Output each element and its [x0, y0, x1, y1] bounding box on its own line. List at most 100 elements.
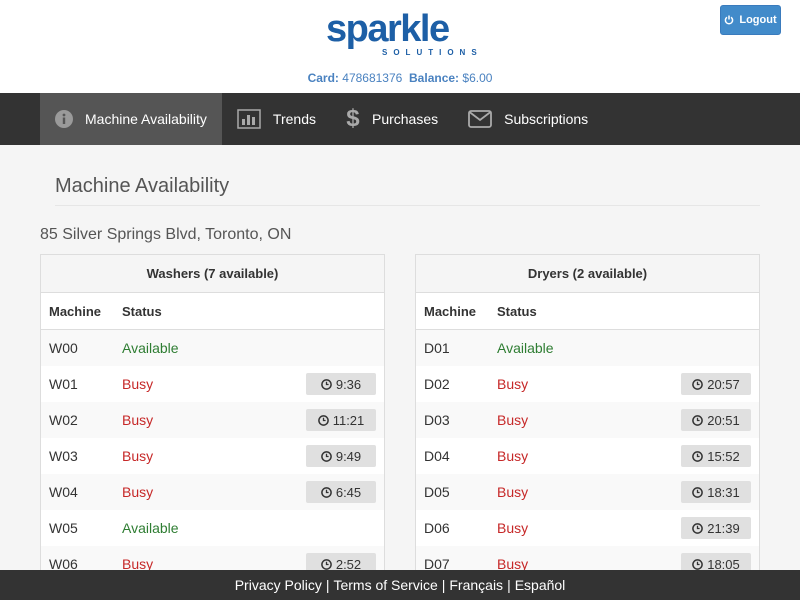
account-info: Card: 478681376 Balance: $6.00	[0, 71, 800, 85]
clock-icon	[320, 558, 332, 570]
table-row: D06 Busy 21:39	[416, 510, 759, 546]
clock-icon	[692, 522, 704, 534]
footer-separator: |	[325, 577, 330, 593]
main-nav: Machine Availability Trends $ Purchases …	[0, 93, 800, 145]
main-content: Machine Availability 85 Silver Springs B…	[0, 145, 800, 570]
clock-icon	[692, 486, 704, 498]
power-icon	[725, 15, 734, 25]
machine-status: Busy	[122, 556, 154, 570]
remaining-time-badge: 6:45	[306, 481, 376, 503]
table-row: D04 Busy 15:52	[416, 438, 759, 474]
table-row: D02 Busy 20:57	[416, 366, 759, 402]
machine-id: D07	[424, 556, 450, 570]
table-row: W00 Available	[41, 330, 384, 366]
remaining-time: 6:45	[335, 484, 362, 500]
logo-wordmark: sparkle	[326, 8, 450, 50]
remaining-time-badge: 15:52	[681, 445, 751, 467]
machine-status: Busy	[497, 376, 529, 392]
title-divider	[55, 205, 760, 206]
remaining-time: 18:31	[707, 484, 740, 500]
machine-status: Busy	[497, 412, 529, 428]
washers-table-body: W00 Available W01 Busy 9:36 W02 Busy 11:21 W03 Bu…	[41, 330, 384, 570]
nav-trends[interactable]: Trends	[222, 93, 331, 145]
remaining-time: 21:39	[707, 520, 740, 536]
machine-id: D04	[424, 448, 450, 464]
clock-icon	[320, 450, 332, 462]
nav-label: Trends	[272, 111, 316, 127]
washers-table-header: Machine Status	[41, 293, 384, 330]
machine-id: W03	[49, 448, 78, 464]
dryers-heading: Dryers (2 available)	[416, 255, 759, 293]
washers-heading: Washers (7 available)	[41, 255, 384, 293]
remaining-time: 11:21	[332, 412, 365, 428]
machine-id: W00	[49, 340, 78, 356]
terms-of-service-link[interactable]: Terms of Service	[333, 577, 437, 593]
washers-panel: Washers (7 available) Machine Status W00…	[40, 254, 385, 570]
machine-id: W06	[49, 556, 78, 570]
clock-icon	[317, 414, 329, 426]
clock-icon	[692, 558, 704, 570]
machine-status: Busy	[497, 484, 529, 500]
machine-status: Available	[122, 520, 179, 536]
table-row: D01 Available	[416, 330, 759, 366]
machine-id: D03	[424, 412, 450, 428]
machine-id: D05	[424, 484, 450, 500]
remaining-time: 20:57	[707, 376, 740, 392]
remaining-time-badge: 18:31	[681, 481, 751, 503]
remaining-time: 20:51	[707, 412, 740, 428]
logout-button[interactable]: Logout	[720, 5, 781, 35]
nav-label: Purchases	[371, 111, 439, 127]
remaining-time: 9:36	[335, 376, 362, 392]
remaining-time: 15:52	[707, 448, 740, 464]
footer: Privacy Policy | Terms of Service | Fran…	[0, 570, 800, 600]
table-row: W02 Busy 11:21	[41, 402, 384, 438]
dryers-table-body: D01 Available D02 Busy 20:57 D03 Busy 20:51 D04 B…	[416, 330, 759, 570]
clock-icon	[320, 486, 332, 498]
remaining-time-badge: 11:21	[306, 409, 376, 431]
remaining-time: 9:49	[335, 448, 362, 464]
machine-status: Available	[122, 340, 179, 356]
sparkle-logo[interactable]: sparkle SOLUTIONS	[326, 8, 477, 57]
clock-icon	[692, 378, 704, 390]
remaining-time-badge: 18:05	[681, 553, 751, 570]
remaining-time-badge: 20:51	[681, 409, 751, 431]
header: sparkle SOLUTIONS Logout Card: 478681376…	[0, 0, 800, 93]
logout-label: Logout	[739, 14, 777, 26]
remaining-time-badge: 9:49	[306, 445, 376, 467]
machine-id: W01	[49, 376, 78, 392]
clock-icon	[692, 414, 704, 426]
table-row: W06 Busy 2:52	[41, 546, 384, 570]
machine-id: D02	[424, 376, 450, 392]
nav-purchases[interactable]: $ Purchases	[331, 93, 453, 145]
remaining-time-badge: 20:57	[681, 373, 751, 395]
machine-status: Busy	[497, 556, 529, 570]
footer-separator: |	[441, 577, 446, 593]
machine-id: W05	[49, 520, 78, 536]
dryers-table-header: Machine Status	[416, 293, 759, 330]
privacy-policy-link[interactable]: Privacy Policy	[235, 577, 322, 593]
machine-status: Busy	[497, 448, 529, 464]
machine-status: Busy	[497, 520, 529, 536]
column-header-status: Status	[497, 303, 537, 319]
column-header-machine: Machine	[49, 303, 102, 319]
dryers-panel: Dryers (2 available) Machine Status D01 A…	[415, 254, 760, 570]
balance-label: Balance:	[409, 71, 460, 85]
dollar-icon: $	[346, 105, 360, 132]
card-number: 478681376	[342, 71, 403, 85]
nav-machine-availability[interactable]: Machine Availability	[40, 93, 222, 145]
remaining-time-badge: 21:39	[681, 517, 751, 539]
table-row: W01 Busy 9:36	[41, 366, 384, 402]
envelope-icon	[468, 110, 493, 128]
card-label: Card:	[307, 71, 339, 85]
remaining-time-badge: 9:36	[306, 373, 376, 395]
table-row: D07 Busy 18:05	[416, 546, 759, 570]
remaining-time: 18:05	[707, 556, 740, 571]
table-row: D05 Busy 18:31	[416, 474, 759, 510]
info-icon	[55, 110, 73, 128]
francais-link[interactable]: Français	[449, 577, 503, 593]
machine-status: Busy	[122, 484, 154, 500]
espanol-link[interactable]: Español	[515, 577, 566, 593]
nav-subscriptions[interactable]: Subscriptions	[453, 93, 603, 145]
location-address: 85 Silver Springs Blvd, Toronto, ON	[40, 226, 292, 243]
machine-status: Busy	[122, 412, 154, 428]
